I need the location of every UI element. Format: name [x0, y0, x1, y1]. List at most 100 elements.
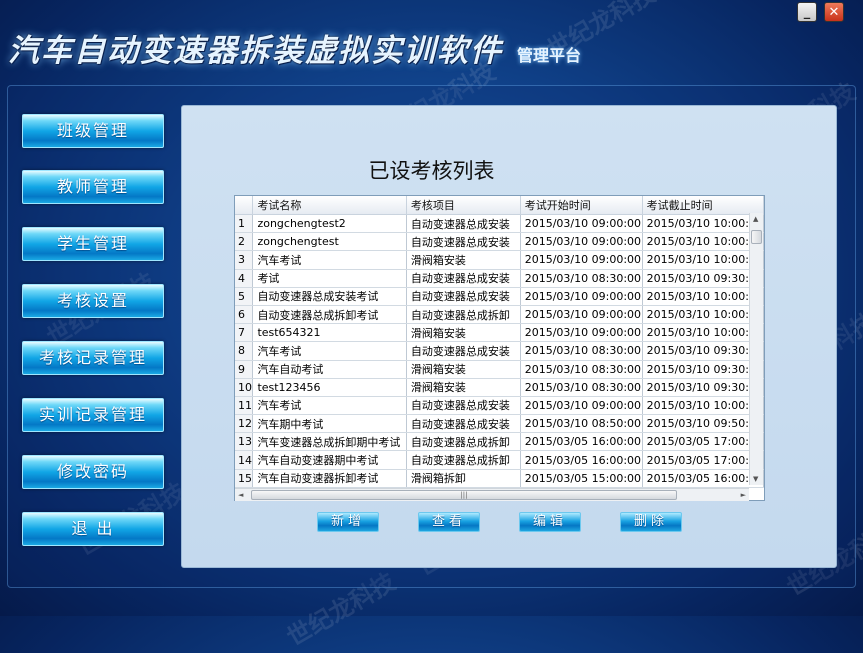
table-row[interactable]: 1 zongchengtest2 自动变速器总成安装 2015/03/10 09:00… [235, 214, 764, 234]
table-cell: 2015/03/10 10:00:00 [642, 396, 764, 416]
row-number: 13 [235, 432, 254, 452]
table-cell: 2015/03/10 10:00:00 [642, 305, 764, 325]
table-cell: 2015/03/10 09:00:00 [520, 287, 643, 306]
row-number: 14 [235, 450, 254, 470]
table-cell: 自动变速器总成拆卸 [406, 450, 521, 470]
column-header[interactable]: 考试名称 [252, 196, 407, 215]
table-cell: 自动变速器总成安装考试 [252, 287, 407, 306]
table-cell: 自动变速器总成安装 [406, 232, 521, 252]
table-row[interactable]: 15 汽车自动变速器拆卸考试 滑阀箱拆卸 2015/03/05 15:00:00 201… [235, 469, 764, 488]
row-number: 1 [235, 214, 254, 234]
table-row[interactable]: 13 汽车变速器总成拆卸期中考试 自动变速器总成拆卸 2015/03/05 16:00… [235, 432, 764, 452]
scroll-up-icon[interactable]: ▲ [753, 215, 758, 223]
table-cell: 自动变速器总成安装 [406, 414, 521, 434]
row-number: 9 [235, 360, 254, 379]
scroll-down-icon[interactable]: ▼ [753, 475, 758, 483]
row-number: 15 [235, 469, 254, 488]
table-row[interactable]: 8 汽车考试 自动变速器总成安装 2015/03/10 08:30:00 2015/03… [235, 341, 764, 361]
table-cell: zongchengtest [252, 232, 407, 252]
edit-button[interactable]: 编辑 [519, 512, 581, 532]
table-cell: 汽车期中考试 [252, 414, 407, 434]
column-header[interactable]: 考试截止时间 [642, 196, 764, 215]
table-row[interactable]: 14 汽车自动变速器期中考试 自动变速器总成拆卸 2015/03/05 16:00:0… [235, 450, 764, 470]
table-cell: 滑阀箱拆卸 [406, 469, 521, 488]
close-icon: ✕ [828, 4, 840, 20]
table-cell: 自动变速器总成拆卸 [406, 305, 521, 325]
table-cell: 2015/03/10 10:00:00 [642, 287, 764, 306]
table-row[interactable]: 7 test654321 滑阀箱安装 2015/03/10 09:00:00 2015/… [235, 323, 764, 343]
row-number: 12 [235, 414, 254, 434]
table-cell: 自动变速器总成拆卸 [406, 432, 521, 452]
row-number: 8 [235, 341, 254, 361]
nav-button-exam-settings[interactable]: 考核设置 [22, 284, 164, 318]
table-cell: 2015/03/10 08:30:00 [520, 378, 643, 397]
table-row[interactable]: 3 汽车考试 滑阀箱安装 2015/03/10 09:00:00 2015/03/10 … [235, 250, 764, 270]
nav-button-student[interactable]: 学生管理 [22, 227, 164, 261]
row-number: 11 [235, 396, 254, 416]
app-title: 汽车自动变速器拆装虚拟实训软件 [8, 33, 503, 69]
table-cell: 2015/03/05 16:00:00 [520, 450, 643, 470]
table-cell: 2015/03/10 09:50:00 [642, 414, 764, 434]
table-cell: 2015/03/10 09:00:00 [520, 396, 643, 416]
app-subtitle: 管理平台 [517, 46, 582, 65]
table-cell: 2015/03/10 09:00:00 [520, 232, 643, 252]
table-header-row: 考试名称 考核项目 考试开始时间 考试截止时间 [235, 196, 764, 215]
row-number: 7 [235, 323, 254, 343]
table-cell: 2015/03/10 09:30:00 [642, 269, 764, 288]
table-cell: 自动变速器总成安装 [406, 269, 521, 288]
table-cell: 滑阀箱安装 [406, 323, 521, 343]
table-cell: 汽车考试 [252, 250, 407, 270]
nav-button-exit[interactable]: 退 出 [22, 512, 164, 546]
table-cell: test654321 [252, 323, 407, 343]
scroll-right-icon[interactable]: ► [741, 491, 746, 499]
nav-button-change-password[interactable]: 修改密码 [22, 455, 164, 489]
table-row[interactable]: 12 汽车期中考试 自动变速器总成安装 2015/03/10 08:50:00 2015… [235, 414, 764, 434]
table-row[interactable]: 10 test123456 滑阀箱安装 2015/03/10 08:30:00 2015… [235, 378, 764, 397]
table-cell: 汽车自动变速器期中考试 [252, 450, 407, 470]
table-cell: 自动变速器总成安装 [406, 396, 521, 416]
minimize-button[interactable]: _ [797, 2, 817, 22]
scroll-left-icon[interactable]: ◄ [238, 491, 243, 499]
table-cell: 2015/03/10 09:00:00 [520, 323, 643, 343]
table-cell: 汽车考试 [252, 396, 407, 416]
nav-button-training-records[interactable]: 实训记录管理 [22, 398, 164, 432]
table-cell: 自动变速器总成拆卸考试 [252, 305, 407, 325]
table-cell: test123456 [252, 378, 407, 397]
column-header[interactable]: 考核项目 [406, 196, 521, 215]
table-cell: 2015/03/10 08:30:00 [520, 360, 643, 379]
add-button[interactable]: 新增 [317, 512, 379, 532]
row-number: 6 [235, 305, 254, 325]
nav-button-exam-records[interactable]: 考核记录管理 [22, 341, 164, 375]
vertical-scrollbar[interactable]: ▲ ▼ [749, 213, 763, 485]
table-cell: 滑阀箱安装 [406, 250, 521, 270]
table-row[interactable]: 11 汽车考试 自动变速器总成安装 2015/03/10 09:00:00 2015/0… [235, 396, 764, 416]
table-cell: 2015/03/10 10:00:00 [642, 323, 764, 343]
table-cell: 考试 [252, 269, 407, 288]
vertical-scroll-thumb[interactable] [751, 230, 762, 244]
table-cell: 2015/03/05 16:00:00 [642, 469, 764, 488]
delete-button[interactable]: 删除 [620, 512, 682, 532]
table-row[interactable]: 6 自动变速器总成拆卸考试 自动变速器总成拆卸 2015/03/10 09:00:00… [235, 305, 764, 325]
table-row[interactable]: 4 考试 自动变速器总成安装 2015/03/10 08:30:00 2015/03/1… [235, 269, 764, 288]
row-number-header [235, 196, 254, 215]
table-cell: 汽车变速器总成拆卸期中考试 [252, 432, 407, 452]
horizontal-scroll-thumb[interactable]: ||| [251, 490, 677, 500]
table-cell: 2015/03/10 08:30:00 [520, 341, 643, 361]
view-button[interactable]: 查看 [418, 512, 480, 532]
table-cell: 汽车自动考试 [252, 360, 407, 379]
table-row[interactable]: 9 汽车自动考试 滑阀箱安装 2015/03/10 08:30:00 2015/03/1… [235, 360, 764, 379]
close-button[interactable]: ✕ [824, 2, 844, 22]
exam-table: 考试名称 考核项目 考试开始时间 考试截止时间 1 zongchengtest2 自… [235, 196, 764, 488]
horizontal-scrollbar[interactable]: ◄ ||| ► [235, 488, 749, 501]
table-cell: 2015/03/10 08:50:00 [520, 414, 643, 434]
table-cell: zongchengtest2 [252, 214, 407, 234]
row-number: 3 [235, 250, 254, 270]
row-number: 4 [235, 269, 254, 288]
table-row[interactable]: 5 自动变速器总成安装考试 自动变速器总成安装 2015/03/10 09:00:00… [235, 287, 764, 306]
table-cell: 滑阀箱安装 [406, 360, 521, 379]
table-row[interactable]: 2 zongchengtest 自动变速器总成安装 2015/03/10 09:00:… [235, 232, 764, 252]
nav-button-class[interactable]: 班级管理 [22, 114, 164, 148]
column-header[interactable]: 考试开始时间 [520, 196, 643, 215]
row-number: 10 [235, 378, 254, 397]
exam-list-table: 考试名称 考核项目 考试开始时间 考试截止时间 1 zongchengtest2 自… [234, 195, 765, 501]
